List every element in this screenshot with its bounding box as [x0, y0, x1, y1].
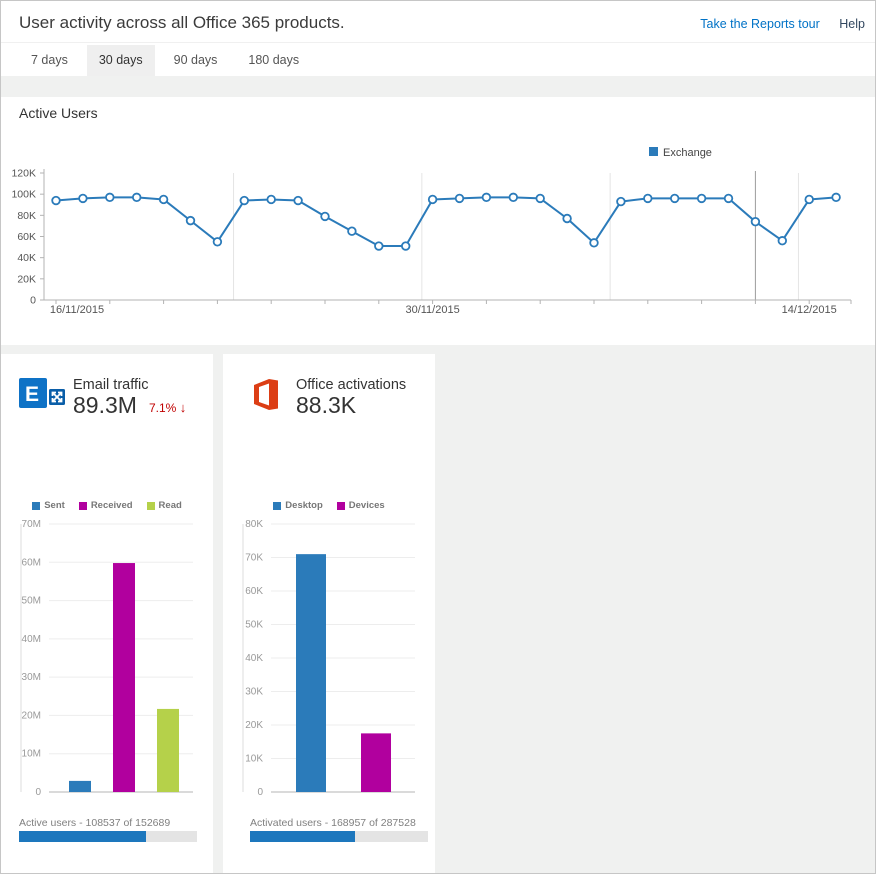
legend-label: Received: [91, 500, 133, 511]
svg-text:20K: 20K: [245, 720, 263, 731]
legend-item-devices[interactable]: Devices: [337, 500, 385, 511]
svg-text:50M: 50M: [22, 596, 41, 607]
svg-text:30M: 30M: [22, 672, 41, 683]
svg-text:0: 0: [35, 787, 41, 798]
svg-text:60K: 60K: [245, 586, 263, 597]
legend-item-desktop[interactable]: Desktop: [273, 500, 322, 511]
down-arrow-icon: ↓: [180, 400, 187, 415]
svg-text:40M: 40M: [22, 634, 41, 645]
activated-users-progress-bar: [250, 831, 428, 842]
email-traffic-legend: Sent Received Read: [1, 500, 213, 511]
svg-text:14/12/2015: 14/12/2015: [782, 304, 837, 316]
svg-text:30K: 30K: [245, 687, 263, 698]
legend-swatch-icon: [337, 502, 345, 510]
active-users-panel: Active Users Exchange 0 20K 40K 60K 80K 100K 1…: [1, 97, 876, 345]
svg-text:0: 0: [30, 295, 36, 307]
svg-text:120K: 120K: [11, 168, 36, 180]
exchange-logo-icon: E: [19, 378, 65, 408]
office-activations-title: Office activations: [296, 377, 406, 393]
svg-text:0: 0: [257, 787, 263, 798]
email-traffic-title: Email traffic: [73, 377, 148, 393]
legend-swatch-icon: [147, 502, 155, 510]
legend-label: Desktop: [285, 500, 322, 511]
change-percent: 7.1%: [149, 401, 176, 415]
legend-swatch-icon: [649, 147, 658, 156]
email-traffic-card[interactable]: E Email traffic 89.3M 7.1% ↓ Sent Receive…: [1, 354, 213, 874]
activated-users-progress-fill: [250, 831, 355, 842]
legend-swatch-icon: [32, 502, 40, 510]
page-title: User activity across all Office 365 prod…: [19, 13, 345, 33]
svg-text:70K: 70K: [245, 553, 263, 564]
legend-swatch-icon: [273, 502, 281, 510]
legend-swatch-icon: [79, 502, 87, 510]
active-users-progress-fill: [19, 831, 146, 842]
legend-item-read[interactable]: Read: [147, 500, 182, 511]
active-users-progress-bar: [19, 831, 197, 842]
legend-item-received[interactable]: Received: [79, 500, 133, 511]
svg-text:100K: 100K: [11, 189, 36, 201]
svg-text:40K: 40K: [245, 653, 263, 664]
tab-7-days[interactable]: 7 days: [19, 45, 80, 76]
legend-label: Sent: [44, 500, 65, 511]
svg-text:60K: 60K: [17, 231, 36, 243]
office-activations-bar-chart[interactable]: 0 10K 20K 30K 40K 50K 60K 70K 80K: [223, 516, 435, 806]
header-links: Take the Reports tour Help: [700, 17, 865, 31]
office365-reports-page: User activity across all Office 365 prod…: [0, 0, 876, 874]
activated-users-progress-label: Activated users - 168957 of 287528: [250, 817, 416, 829]
svg-text:E: E: [25, 383, 39, 406]
reports-tour-link[interactable]: Take the Reports tour: [700, 17, 820, 31]
legend-label: Read: [159, 500, 182, 511]
office-activations-card[interactable]: Office activations 88.3K DesktopDevices …: [223, 354, 435, 874]
svg-text:70M: 70M: [22, 519, 41, 530]
legend-label: Exchange: [663, 147, 712, 159]
svg-text:16/11/2015: 16/11/2015: [50, 304, 104, 316]
active-users-title: Active Users: [19, 105, 98, 121]
svg-text:10M: 10M: [22, 749, 41, 760]
svg-text:80K: 80K: [245, 519, 263, 530]
help-link[interactable]: Help: [839, 17, 865, 31]
svg-text:50K: 50K: [245, 620, 263, 631]
svg-text:80K: 80K: [17, 210, 36, 222]
header: User activity across all Office 365 prod…: [1, 1, 875, 76]
exchange-legend[interactable]: Exchange: [649, 147, 712, 159]
svg-text:60M: 60M: [22, 557, 41, 568]
svg-text:20K: 20K: [17, 273, 36, 285]
email-traffic-bar-chart[interactable]: 0 10M 20M 30M 40M 50M 60M 70M: [1, 516, 213, 806]
legend-item-sent[interactable]: Sent: [32, 500, 65, 511]
office-activations-value: 88.3K: [296, 392, 356, 419]
legend-item-exchange[interactable]: Exchange: [649, 147, 712, 159]
svg-text:30/11/2015: 30/11/2015: [405, 304, 459, 316]
active-users-line-chart[interactable]: 0 20K 40K 60K 80K 100K 120K 16/11/2015 30/11/201…: [1, 161, 876, 326]
email-traffic-value: 89.3M: [73, 392, 137, 419]
office-activations-legend: Desktop Devices: [223, 500, 435, 511]
tab-30-days[interactable]: 30 days: [87, 45, 155, 76]
legend-label: Devices: [349, 500, 385, 511]
tab-90-days[interactable]: 90 days: [162, 45, 230, 76]
office-logo-icon: [250, 378, 280, 411]
svg-text:20M: 20M: [22, 710, 41, 721]
time-range-tabs: 7 days30 days90 days180 days: [19, 45, 318, 76]
email-traffic-change: 7.1% ↓: [149, 400, 186, 415]
tab-180-days[interactable]: 180 days: [236, 45, 311, 76]
svg-text:10K: 10K: [245, 754, 263, 765]
svg-text:40K: 40K: [17, 252, 36, 264]
active-users-progress-label: Active users - 108537 of 152689: [19, 817, 170, 829]
